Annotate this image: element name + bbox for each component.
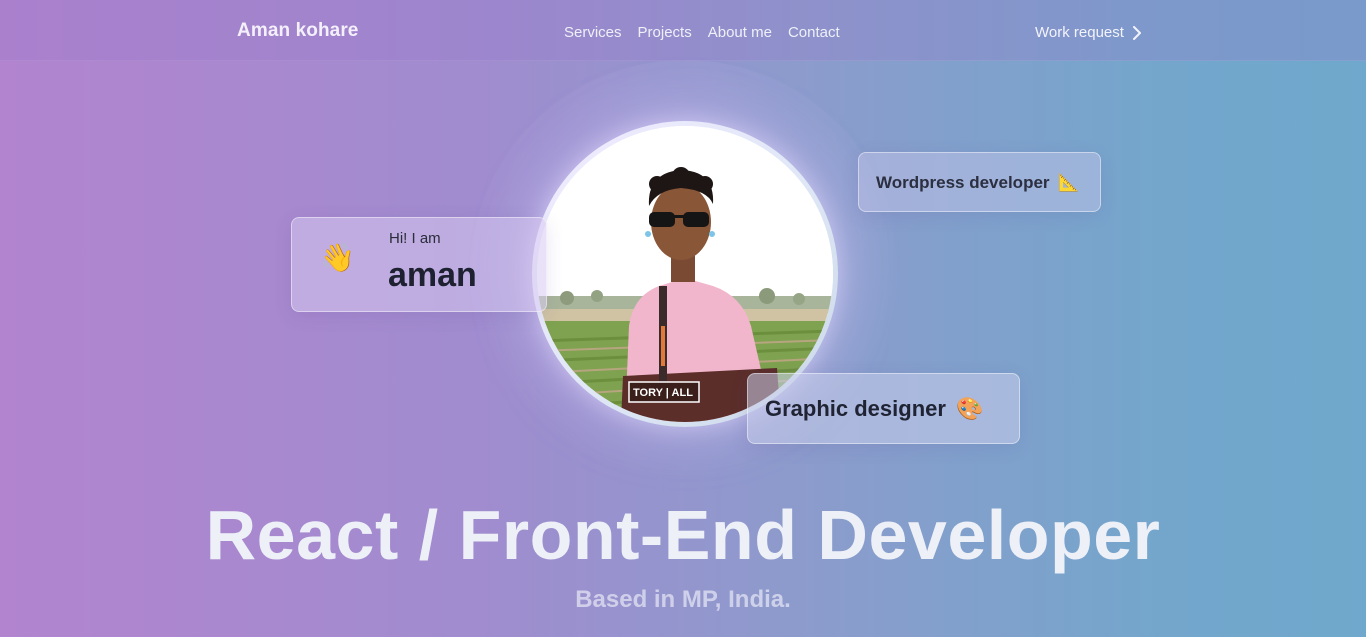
graphic-badge-text: Graphic designer 🎨	[765, 396, 983, 422]
wordpress-badge-label: Wordpress developer	[876, 173, 1050, 192]
artist-palette-icon: 🎨	[956, 396, 984, 421]
greeting-card: 👋 Hi! I am aman	[291, 217, 547, 312]
graphic-designer-badge: Graphic designer 🎨	[747, 373, 1020, 444]
top-navbar: Aman kohare Services Projects About me C…	[0, 0, 1366, 61]
nav-link-projects[interactable]: Projects	[638, 24, 692, 41]
work-request-label: Work request	[1035, 24, 1124, 41]
waving-hand-icon: 👋	[320, 242, 355, 273]
greeting-name: aman	[388, 256, 477, 294]
greeting-text: Hi! I am	[389, 230, 441, 247]
graphic-badge-label: Graphic designer	[765, 396, 946, 421]
wordpress-badge-text: Wordpress developer 📐	[876, 173, 1079, 193]
nav-link-contact[interactable]: Contact	[788, 24, 840, 41]
nav-link-about[interactable]: About me	[708, 24, 772, 41]
hero-title: React / Front-End Developer	[205, 496, 1161, 574]
chevron-right-icon	[1132, 25, 1141, 40]
triangular-ruler-icon: 📐	[1058, 173, 1080, 192]
brand-logo[interactable]: Aman kohare	[237, 20, 358, 42]
work-request-button[interactable]: Work request	[1035, 24, 1143, 41]
svg-text:TORY | ALL: TORY | ALL	[633, 387, 693, 399]
nav-link-services[interactable]: Services	[564, 24, 622, 41]
wordpress-developer-badge: Wordpress developer 📐	[858, 152, 1101, 212]
hero-subtitle: Based in MP, India.	[575, 586, 791, 613]
nav-links: Services Projects About me Contact	[564, 24, 856, 41]
